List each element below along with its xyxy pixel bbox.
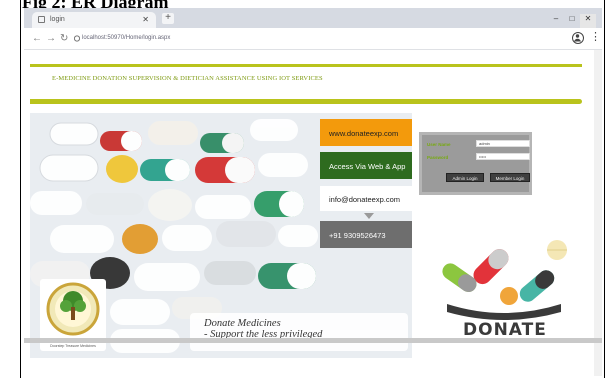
new-tab-button[interactable]: +: [162, 13, 174, 24]
logo-caption: Doorstep Treasure Medicines: [50, 344, 96, 348]
browser-toolbar: ← → ↻ localhost:50970/Home/login.aspx ⋮: [24, 28, 602, 50]
profile-avatar-icon[interactable]: [572, 32, 584, 44]
minimize-icon[interactable]: –: [548, 14, 564, 28]
website-banner: www.donateexp.com: [320, 119, 412, 146]
tab-title: login: [50, 16, 65, 23]
site-title: E-MEDICINE DONATION SUPERVISION & DIETIC…: [52, 75, 323, 82]
password-label: Password: [427, 155, 449, 160]
back-arrow-icon[interactable]: ←: [32, 33, 42, 44]
browser-tab[interactable]: login ✕: [32, 12, 156, 28]
info-icon[interactable]: [74, 35, 80, 42]
member-login-button[interactable]: Member Login: [490, 173, 530, 182]
password-input[interactable]: •••••: [476, 153, 530, 160]
hero-banner: www.donateexp.com Access Via Web & App i…: [30, 113, 412, 358]
phone-banner: +91 9309526473: [320, 221, 412, 248]
tagline-line-1: Donate Medicines: [204, 318, 281, 329]
web-page: E-MEDICINE DONATION SUPERVISION & DIETIC…: [24, 50, 602, 376]
donate-label: DONATE: [463, 320, 547, 340]
reload-icon[interactable]: ↻: [60, 33, 68, 44]
window-controls: – □ ✕: [548, 8, 602, 28]
login-panel: User Name admin Password ••••• Admin Log…: [419, 132, 532, 195]
close-tab-icon[interactable]: ✕: [142, 15, 149, 24]
admin-login-button[interactable]: Admin Login: [446, 173, 484, 182]
forward-arrow-icon[interactable]: →: [46, 33, 56, 44]
donate-graphic: DONATE: [429, 238, 579, 348]
donate-capsules-icon: [442, 240, 567, 320]
menu-dots-icon[interactable]: ⋮: [590, 31, 601, 43]
page-favicon-icon: [38, 16, 45, 23]
document-border-left: [20, 0, 21, 378]
header-rule-bottom: [30, 99, 582, 104]
address-bar[interactable]: localhost:50970/Home/login.aspx: [82, 32, 282, 45]
tree-logo-icon: [46, 282, 100, 336]
document-border-right: [604, 0, 605, 378]
header-rule-top: [30, 64, 582, 67]
down-arrow-icon: [364, 213, 374, 219]
username-label: User Name: [427, 142, 451, 147]
close-window-icon[interactable]: ✕: [580, 14, 596, 28]
tagline: Donate Medicines - Support the less priv…: [190, 313, 408, 351]
horizontal-scrollbar[interactable]: [24, 338, 602, 343]
email-banner: info@donateexp.com: [320, 186, 412, 211]
browser-window: login ✕ + – □ ✕ ← → ↻ localhost:50970/Home…: [24, 8, 602, 376]
tab-bar: login ✕ + – □ ✕: [24, 8, 602, 28]
vertical-scrollbar[interactable]: [594, 50, 602, 376]
maximize-icon[interactable]: □: [564, 14, 580, 28]
username-input[interactable]: admin: [476, 140, 530, 147]
access-banner: Access Via Web & App: [320, 152, 412, 179]
